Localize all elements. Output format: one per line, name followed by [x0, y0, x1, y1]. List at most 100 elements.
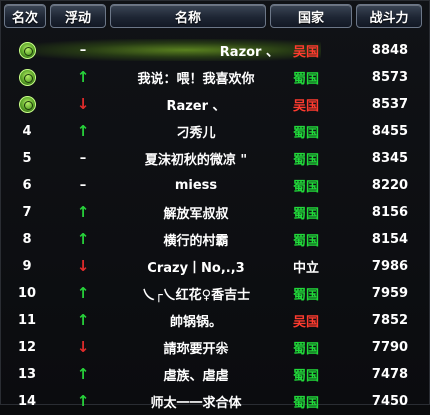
table-row[interactable]: 5 – 夏沫初秋的微凉 " 蜀国 8345 [1, 145, 430, 172]
rank-number: 12 [17, 339, 37, 355]
player-name[interactable]: 虐族、虐虐 [113, 365, 279, 384]
rank-number: 10 [17, 285, 37, 301]
table-row[interactable]: 13 ↑ 虐族、虐虐 蜀国 7478 [1, 361, 430, 388]
power-value: 8154 [371, 231, 409, 247]
table-row[interactable]: 7 ↑ 解放军叔叔 蜀国 8156 [1, 199, 430, 226]
float-indicator: ↑ [76, 284, 90, 302]
rank-cell: 10 [1, 286, 53, 301]
power-value: 7986 [371, 258, 409, 274]
float-indicator: – [79, 177, 87, 193]
rank-cell [1, 95, 53, 113]
rank-number: 7 [22, 204, 32, 220]
float-indicator: ↑ [76, 68, 90, 86]
float-indicator: – [79, 150, 87, 166]
player-name[interactable]: 刁秀儿 [113, 122, 279, 141]
power-value: 7959 [371, 285, 409, 301]
arrow-up-icon: ↑ [53, 284, 113, 302]
player-name[interactable]: 夏沫初秋的微凉 " [113, 149, 279, 168]
arrow-down-icon: ↓ [53, 338, 113, 356]
player-name[interactable]: Crazy丨No,.,3 [113, 257, 279, 276]
table-row[interactable]: 11 ↑ 帥锅锅。 吴国 7852 [1, 307, 430, 334]
header-country[interactable]: 国家 [270, 4, 352, 28]
player-name[interactable]: Razer 、 [113, 95, 279, 114]
float-indicator: ↑ [76, 311, 90, 329]
header-rank[interactable]: 名次 [4, 4, 46, 28]
country-label: 蜀国 [293, 71, 320, 87]
country-label: 吴国 [293, 44, 320, 60]
header-name[interactable]: 名称 [110, 4, 266, 28]
rank-number: 4 [22, 123, 32, 139]
rank-cell [1, 41, 53, 59]
table-row[interactable]: ↑ 我说：喂！我喜欢你 蜀国 8573 [1, 64, 430, 91]
arrow-up-icon: ↑ [53, 311, 113, 329]
float-indicator: ↑ [76, 230, 90, 248]
float-indicator: ↑ [76, 203, 90, 221]
country-label: 蜀国 [293, 368, 320, 384]
table-row[interactable]: 8 ↑ 横行的村霸 蜀国 8154 [1, 226, 430, 253]
table-row[interactable]: 6 – miess 蜀国 8220 [1, 172, 430, 199]
medal-icon [18, 95, 36, 113]
table-row[interactable]: – Razor 、吴国 8848 [1, 37, 430, 64]
rank-cell: 14 [1, 394, 53, 409]
player-name[interactable]: 請珎要开尜 [113, 338, 279, 357]
power-value: 7450 [371, 393, 409, 409]
rank-cell: 6 [1, 178, 53, 193]
arrow-down-icon: ↓ [53, 95, 113, 113]
dash-icon: – [53, 178, 113, 193]
country-label: 蜀国 [293, 287, 320, 303]
country-label: 吴国 [293, 314, 320, 330]
float-indicator: ↑ [76, 122, 90, 140]
power-value: 8537 [371, 96, 409, 112]
player-name[interactable]: Razor 、 [113, 41, 279, 60]
rank-number: 5 [22, 150, 32, 166]
rank-cell: 9 [1, 259, 53, 274]
float-indicator: ↓ [76, 338, 90, 356]
float-indicator: ↑ [76, 392, 90, 410]
rank-number: 8 [22, 231, 32, 247]
table-row[interactable]: ↓ Razer 、吴国 8537 [1, 91, 430, 118]
power-value: 8220 [371, 177, 409, 193]
ranking-panel: 名次 浮动 名称 国家 战斗力 – Razor 、吴国 8848 ↑ 我说：喂！我喜欢你… [0, 0, 430, 411]
rank-number: 13 [17, 366, 37, 382]
rank-cell [1, 68, 53, 86]
float-indicator: – [79, 42, 87, 58]
player-name[interactable]: 我说：喂！我喜欢你 [113, 68, 279, 87]
player-name[interactable]: miess [113, 178, 279, 193]
table-row[interactable]: 14 ↑ 师太一一求合体 蜀国 7450 [1, 388, 430, 415]
arrow-up-icon: ↑ [53, 68, 113, 86]
table-row[interactable]: 10 ↑ 乀┌乀红花♀香吉士 蜀国 7959 [1, 280, 430, 307]
rank-number: 14 [17, 393, 37, 409]
rank-cell: 4 [1, 124, 53, 139]
rank-cell: 12 [1, 340, 53, 355]
rank-number: 11 [17, 312, 37, 328]
float-indicator: ↓ [76, 257, 90, 275]
country-label: 蜀国 [293, 206, 320, 222]
table-row[interactable]: 12 ↓ 請珎要开尜 蜀国 7790 [1, 334, 430, 361]
power-value: 8573 [371, 69, 409, 85]
power-value: 8156 [371, 204, 409, 220]
table-row[interactable]: 9 ↓ Crazy丨No,.,3 中立 7986 [1, 253, 430, 280]
country-label: 蜀国 [293, 341, 320, 357]
player-name[interactable]: 解放军叔叔 [113, 203, 279, 222]
rank-cell: 11 [1, 313, 53, 328]
player-name[interactable]: 横行的村霸 [113, 230, 279, 249]
power-value: 7478 [371, 366, 409, 382]
table-header: 名次 浮动 名称 国家 战斗力 [4, 4, 426, 28]
header-power[interactable]: 战斗力 [356, 4, 422, 28]
arrow-up-icon: ↑ [53, 230, 113, 248]
power-value: 8455 [371, 123, 409, 139]
power-value: 7852 [371, 312, 409, 328]
player-name[interactable]: 乀┌乀红花♀香吉士 [113, 284, 279, 303]
player-name[interactable]: 师太一一求合体 [113, 392, 279, 411]
table-row[interactable]: 4 ↑ 刁秀儿 蜀国 8455 [1, 118, 430, 145]
header-float[interactable]: 浮动 [50, 4, 106, 28]
country-label: 蜀国 [293, 179, 320, 195]
rank-cell: 7 [1, 205, 53, 220]
player-name[interactable]: 帥锅锅。 [113, 311, 279, 330]
power-value: 7790 [371, 339, 409, 355]
float-indicator: ↓ [76, 95, 90, 113]
country-label: 蜀国 [293, 395, 320, 411]
power-value: 8345 [371, 150, 409, 166]
country-label: 吴国 [293, 98, 320, 114]
arrow-up-icon: ↑ [53, 122, 113, 140]
